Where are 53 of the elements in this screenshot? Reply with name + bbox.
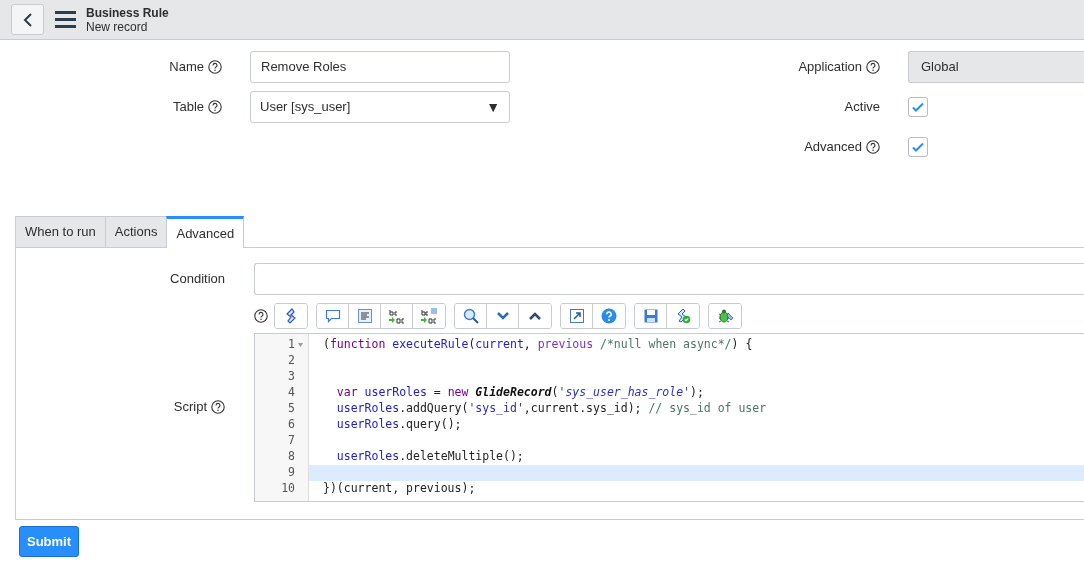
bug-icon[interactable]	[709, 304, 741, 328]
fold-icon[interactable]	[297, 343, 303, 347]
script-include-icon[interactable]	[275, 304, 307, 328]
help-icon[interactable]	[866, 60, 880, 74]
name-field[interactable]: Remove Roles	[250, 51, 510, 83]
tab[interactable]: Advanced	[166, 216, 245, 248]
help-icon[interactable]	[211, 399, 225, 414]
application-field: Global	[908, 51, 1084, 83]
field-label: Table	[172, 98, 204, 117]
help-icon[interactable]	[208, 60, 222, 74]
help-icon[interactable]	[208, 100, 222, 114]
search-icon[interactable]	[455, 304, 487, 328]
line-number: 10	[281, 480, 295, 498]
line-number: 5	[288, 400, 295, 418]
checkbox[interactable]	[908, 137, 928, 157]
checkmark-icon	[911, 140, 925, 154]
checkmark-icon	[911, 100, 925, 114]
code-line: var userRoles = new GlideRecord('sys_user_has_role');	[335, 384, 704, 402]
field-label: Script	[173, 397, 207, 416]
save-icon[interactable]	[635, 304, 667, 328]
field-label: Condition	[170, 270, 225, 289]
form-title: Business Rule	[86, 5, 169, 20]
code-line: (function executeRule(current, previous /*null when async*/) {	[323, 336, 753, 354]
line-number: 2	[288, 352, 295, 370]
line-number: 9	[288, 464, 295, 482]
line-number: 6	[288, 416, 295, 434]
table-select[interactable]: User [sys_user] ▼	[250, 91, 510, 123]
back-button[interactable]	[11, 4, 44, 35]
form-subtitle: New record	[86, 19, 149, 34]
field-label: Application	[798, 58, 862, 77]
code-line: userRoles.query();	[335, 416, 462, 434]
code-line: userRoles.addQuery('sys_id',current.sys_id); // sys_id of user	[335, 400, 767, 418]
tab[interactable]: Actions	[104, 216, 167, 247]
field-label: Name	[169, 58, 204, 77]
line-number: 3	[288, 368, 295, 386]
line-number: 8	[288, 448, 295, 466]
help-icon[interactable]	[866, 140, 880, 154]
tab[interactable]: When to run	[15, 216, 105, 247]
field-label: Active	[844, 98, 880, 117]
menu-icon[interactable]	[55, 11, 76, 28]
code-line: })(current, previous);	[323, 480, 476, 498]
chevron-left-icon	[22, 12, 33, 27]
line-number: 4	[288, 384, 295, 402]
line-number: 7	[288, 432, 295, 450]
code-line: userRoles.deleteMultiple();	[335, 448, 524, 466]
field-label: Advanced	[804, 138, 862, 157]
condition-field[interactable]	[254, 263, 1084, 295]
expand-icon[interactable]	[561, 304, 593, 328]
help-icon[interactable]	[254, 309, 268, 323]
comment-icon[interactable]	[317, 304, 349, 328]
code-editor[interactable]	[254, 333, 1084, 502]
checkbox[interactable]	[908, 97, 928, 117]
line-number: 1	[288, 336, 295, 354]
